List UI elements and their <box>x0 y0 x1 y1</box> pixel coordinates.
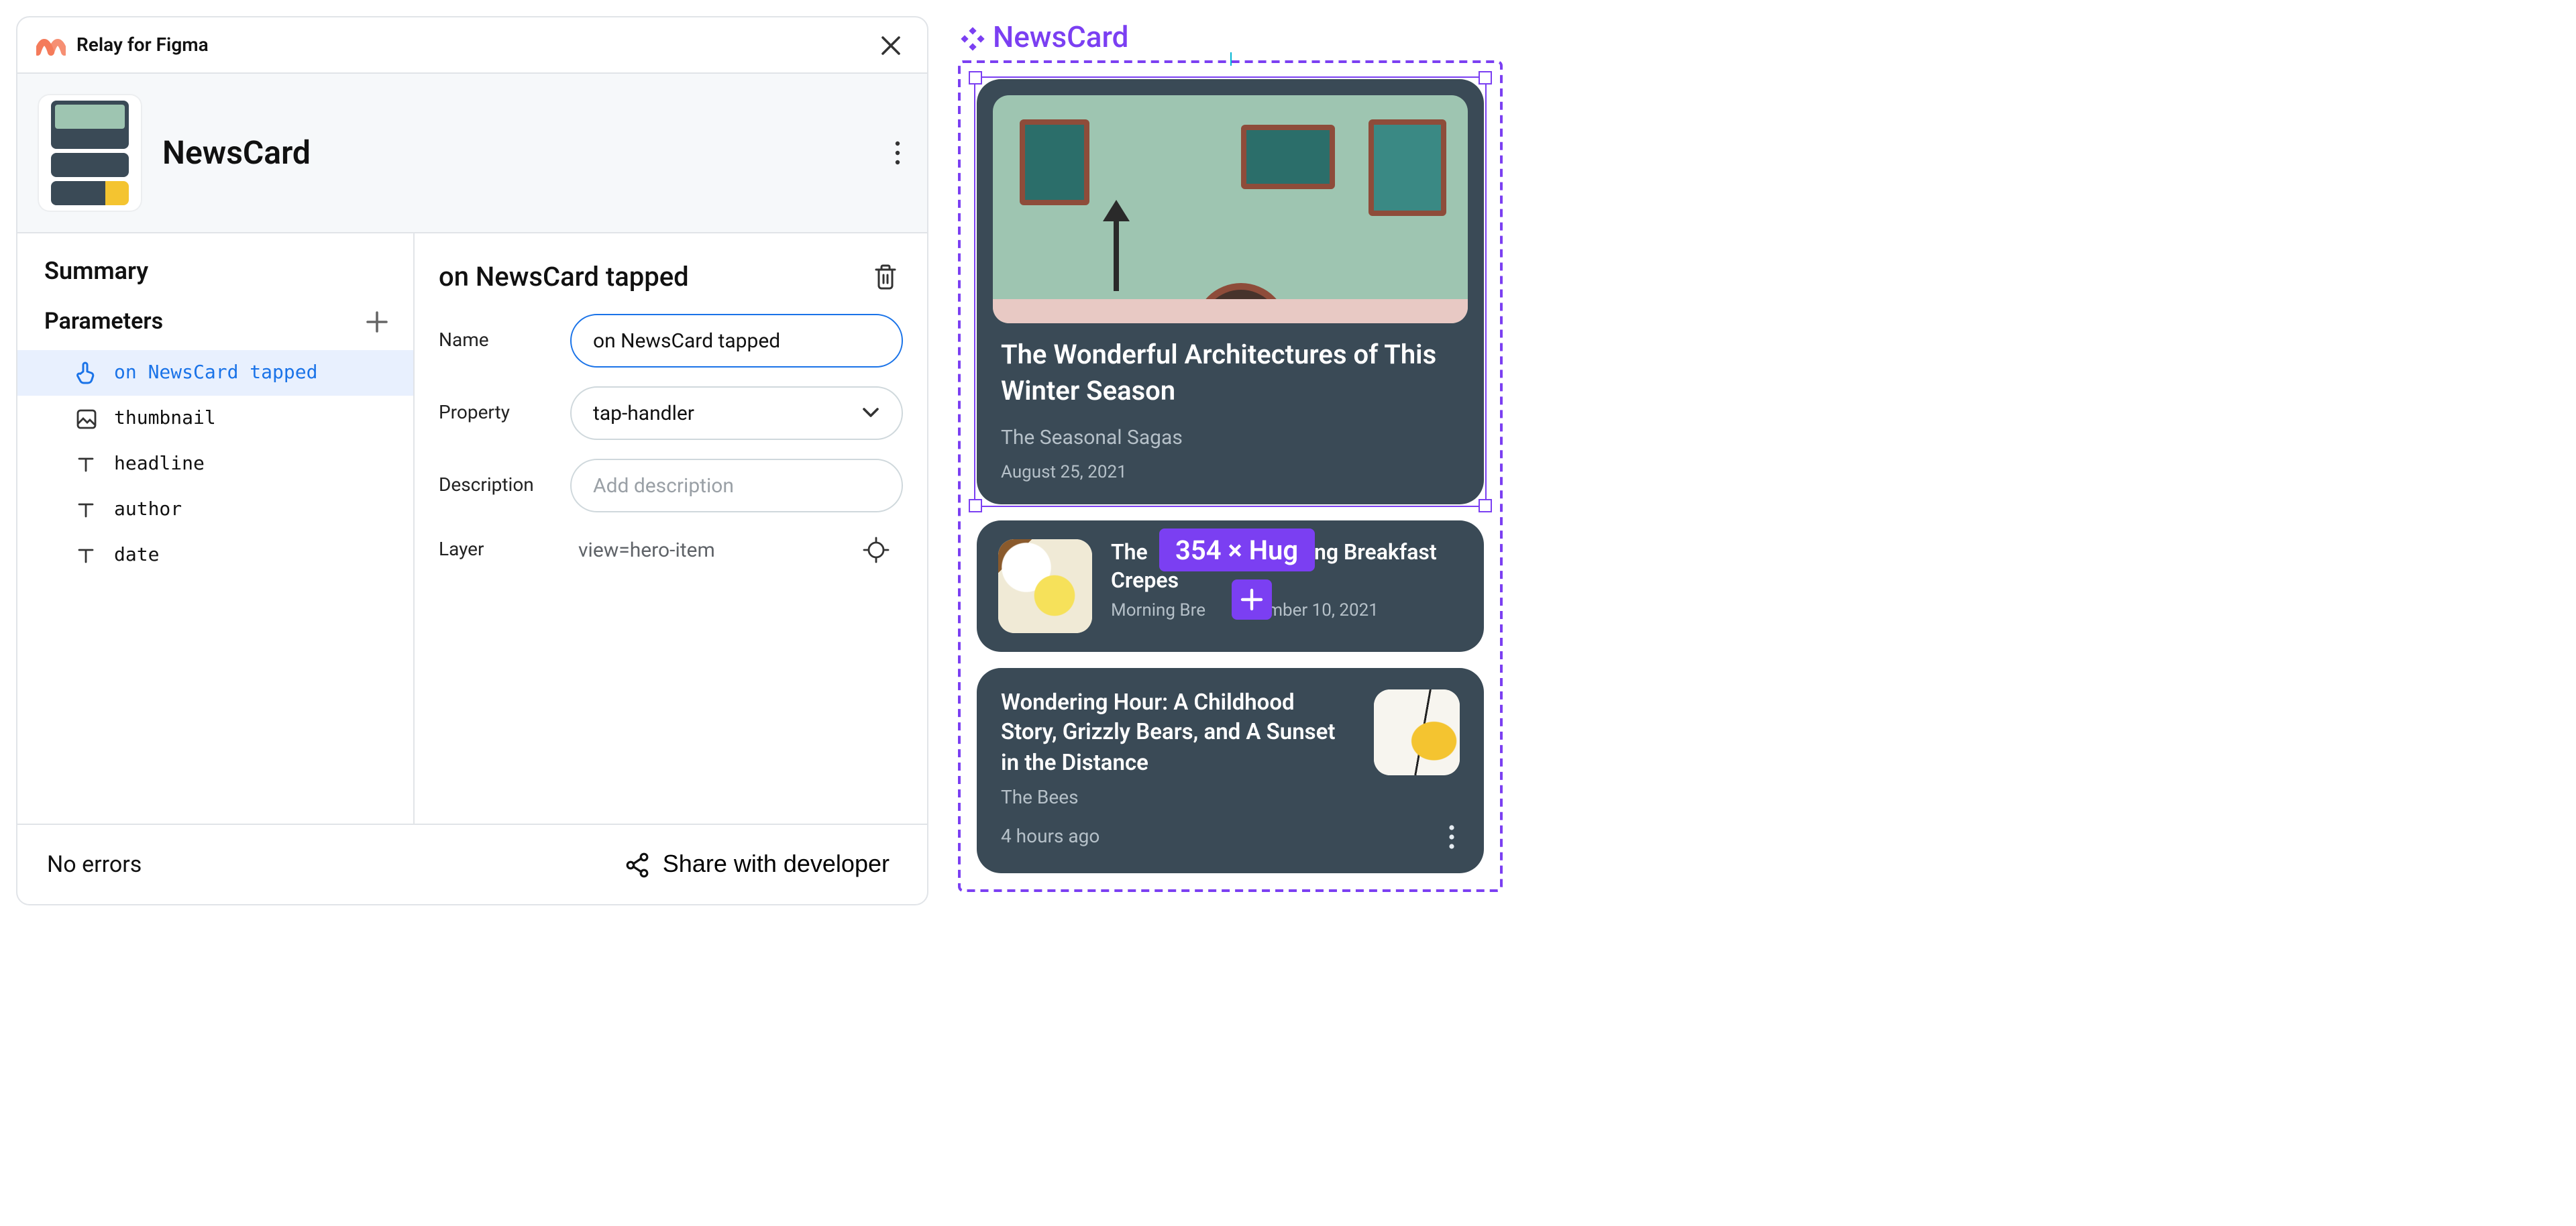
text-icon <box>74 546 98 565</box>
sidebar-item-thumbnail[interactable]: thumbnail <box>17 396 413 441</box>
component-overflow-button[interactable] <box>890 135 906 170</box>
locate-layer-button[interactable] <box>857 531 895 569</box>
sidebar-item-label: headline <box>114 453 205 475</box>
name-input[interactable]: on NewsCard tapped <box>570 314 903 368</box>
layer-value: view=hero-item <box>578 538 715 562</box>
selection-handle-se[interactable] <box>1479 499 1492 512</box>
newscard-frame[interactable]: The Wonderful Architectures of This Wint… <box>958 60 1503 892</box>
alignment-guide <box>1230 52 1232 66</box>
hero-date: August 25, 2021 <box>1001 463 1460 483</box>
hero-author: The Seasonal Sagas <box>1001 425 1460 449</box>
audio-headline: Wondering Hour: A Childhood Story, Grizz… <box>1001 689 1355 779</box>
frame-label[interactable]: NewsCard <box>958 21 1503 55</box>
frame-label-text: NewsCard <box>993 21 1128 55</box>
relay-panel: Relay for Figma NewsCard <box>16 16 928 905</box>
field-label-name: Name <box>439 330 554 351</box>
close-button[interactable] <box>873 27 908 62</box>
relay-footer: No errors Share with developer <box>17 824 927 904</box>
row-meta: Morning Brexxxxovember 10, 2021 <box>1111 600 1462 620</box>
property-select[interactable]: tap-handler <box>570 386 903 440</box>
newscard-hero[interactable]: The Wonderful Architectures of This Wint… <box>977 79 1484 504</box>
add-parameter-button[interactable] <box>360 304 394 339</box>
insert-between-button[interactable] <box>1232 579 1272 620</box>
close-icon <box>879 33 903 57</box>
plus-icon <box>365 310 389 334</box>
sidebar-item-author[interactable]: author <box>17 487 413 533</box>
relay-logo-icon <box>36 33 66 57</box>
relay-title: Relay for Figma <box>76 34 209 56</box>
sidebar-parameters-label: Parameters <box>44 309 163 335</box>
field-label-property: Property <box>439 402 554 424</box>
figma-canvas[interactable]: NewsCard <box>958 16 1503 892</box>
plus-icon <box>1240 588 1264 612</box>
sidebar-item-label: on NewsCard tapped <box>114 362 317 384</box>
delete-parameter-button[interactable] <box>868 258 903 295</box>
component-icon <box>961 26 985 50</box>
relay-titlebar: Relay for Figma <box>17 17 927 74</box>
kebab-icon <box>1449 825 1454 849</box>
sidebar-item-label: author <box>114 499 182 520</box>
name-input-value: on NewsCard tapped <box>593 329 780 353</box>
text-icon <box>74 500 98 519</box>
field-label-layer: Layer <box>439 539 554 561</box>
image-icon <box>74 408 98 429</box>
errors-status: No errors <box>47 851 142 878</box>
detail-title: on NewsCard tapped <box>439 260 689 292</box>
component-name: NewsCard <box>162 134 311 172</box>
tap-icon <box>74 361 98 385</box>
text-icon <box>74 455 98 473</box>
audio-time: 4 hours ago <box>1001 826 1099 848</box>
component-thumbnail <box>39 95 141 211</box>
newscard-audio[interactable]: Wondering Hour: A Childhood Story, Grizz… <box>977 668 1484 873</box>
share-button-label: Share with developer <box>663 850 890 879</box>
property-value: tap-handler <box>593 401 694 425</box>
description-input[interactable]: Add description <box>570 459 903 512</box>
audio-thumbnail <box>1374 689 1460 775</box>
parameter-list: on NewsCard tapped thumbnail <box>17 347 413 578</box>
sidebar-item-tap-handler[interactable]: on NewsCard tapped <box>17 350 413 396</box>
hero-thumbnail <box>993 95 1468 323</box>
sidebar-item-label: date <box>114 545 159 566</box>
sidebar-item-date[interactable]: date <box>17 533 413 578</box>
sidebar-summary-label: Summary <box>17 258 413 304</box>
field-label-description: Description <box>439 475 554 496</box>
selection-dimensions-badge: 354 × Hug <box>1159 528 1314 571</box>
hero-headline: The Wonderful Architectures of This Wint… <box>1001 337 1460 409</box>
relay-sidebar: Summary Parameters <box>17 233 415 824</box>
selection-handle-sw[interactable] <box>969 499 982 512</box>
selection-handle-nw[interactable] <box>969 71 982 85</box>
card-overflow-button[interactable] <box>1444 820 1460 854</box>
sidebar-item-label: thumbnail <box>114 408 216 429</box>
row-thumbnail <box>998 539 1092 633</box>
target-icon <box>863 537 890 563</box>
share-icon <box>625 851 649 878</box>
audio-author: The Bees <box>1001 787 1355 809</box>
selection-handle-ne[interactable] <box>1479 71 1492 85</box>
trash-icon <box>873 263 898 290</box>
kebab-icon <box>895 141 900 165</box>
sidebar-item-headline[interactable]: headline <box>17 441 413 487</box>
description-placeholder: Add description <box>593 473 734 498</box>
parameter-detail: on NewsCard tapped Name on NewsCard tapp… <box>415 233 927 824</box>
component-header: NewsCard <box>17 74 927 233</box>
share-button[interactable]: Share with developer <box>617 849 898 880</box>
chevron-down-icon <box>861 406 880 420</box>
